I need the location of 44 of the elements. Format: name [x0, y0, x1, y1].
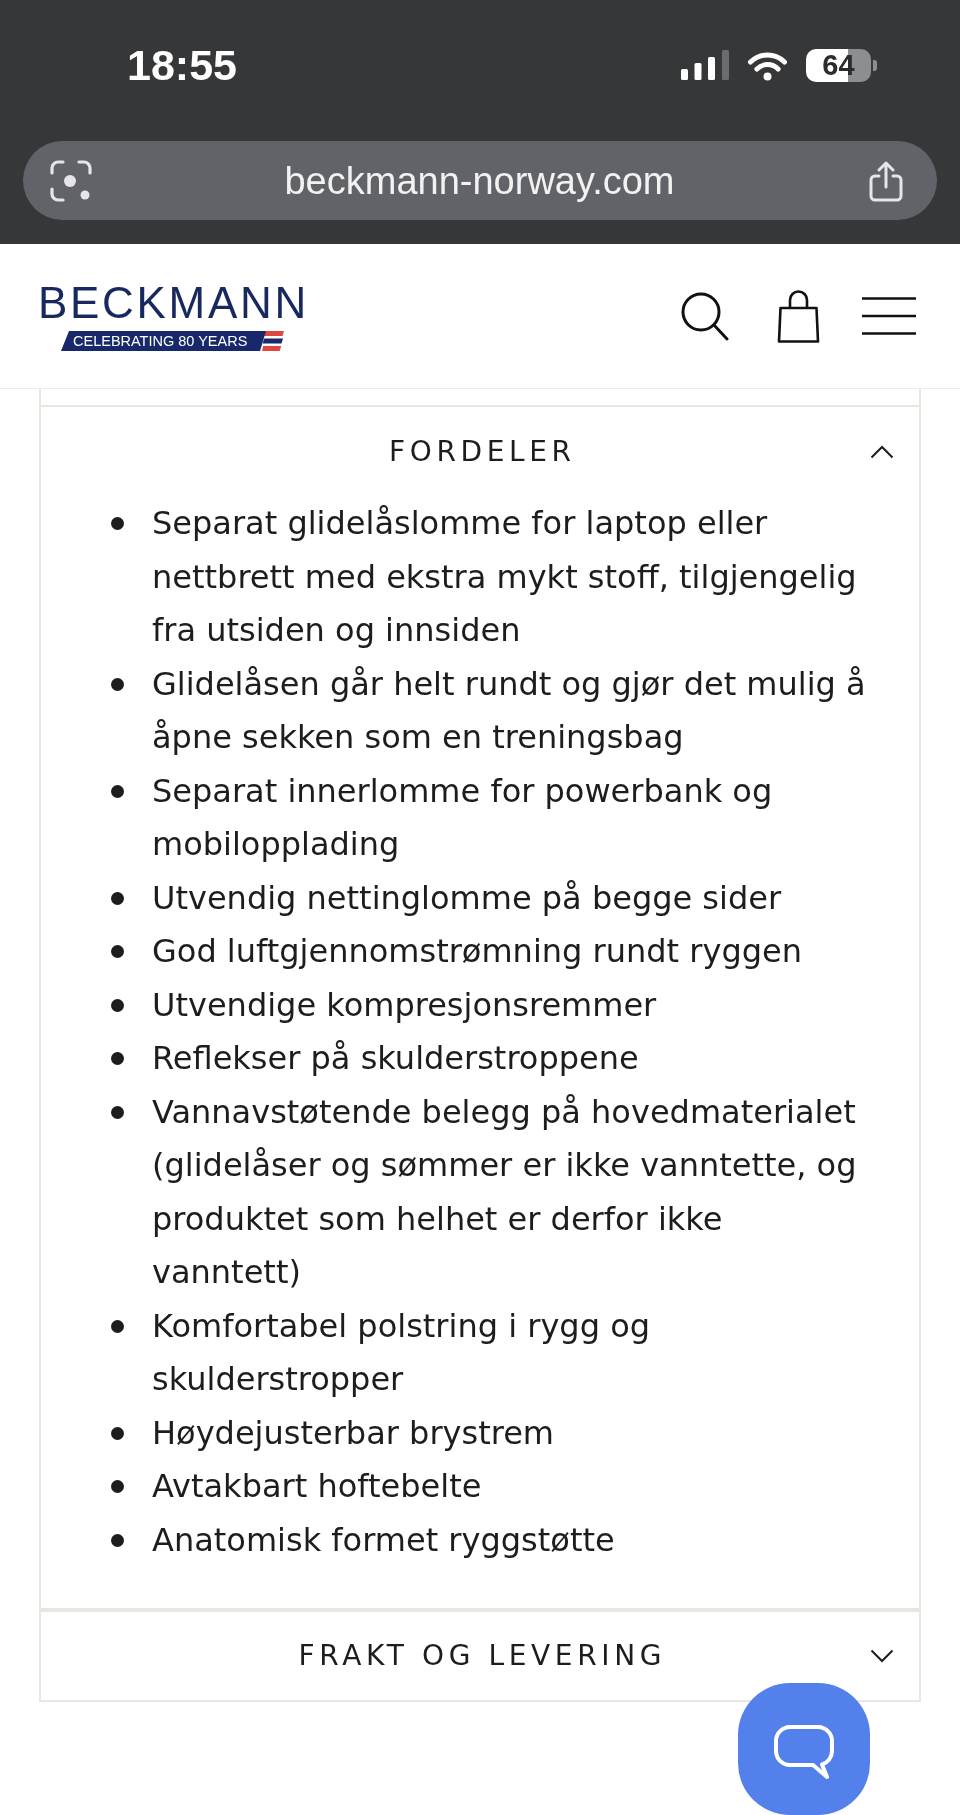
flag-stripes-icon: [262, 331, 284, 351]
bullet-icon: [111, 1480, 124, 1493]
list-item-text: Anatomisk formet ryggstøtte: [152, 1519, 616, 1561]
list-item-text: Høydejusterbar brystrem: [152, 1412, 555, 1454]
list-item-text: Separat innerlomme for powerbank og mobilopplading: [152, 770, 774, 865]
search-icon[interactable]: [681, 291, 729, 341]
anniversary-banner: CELEBRATING 80 YEARS: [61, 331, 266, 351]
chat-button[interactable]: [738, 1683, 870, 1815]
camera-scan-icon[interactable]: [50, 159, 92, 202]
bullet-icon: [111, 784, 124, 798]
list-item-text: Avtakbart hoftebelte: [152, 1466, 483, 1507]
chevron-down-icon: [870, 1649, 894, 1663]
list-item-text: Komfortabel polstring i rygg og skulderstropper: [152, 1305, 651, 1400]
accordion-header[interactable]: FORDELER: [41, 407, 919, 497]
battery-indicator: 64: [806, 48, 877, 82]
signal-icon: [681, 50, 729, 80]
chevron-up-icon: [870, 445, 894, 459]
chat-bubble-icon: [774, 1724, 834, 1780]
accordion-header[interactable]: FRAKT OG LEVERING: [41, 1612, 919, 1700]
wifi-icon: [746, 49, 789, 81]
bullet-icon: [111, 677, 124, 691]
url-text: beckmann-norway.com: [283, 161, 676, 200]
address-bar[interactable]: beckmann-norway.com: [23, 141, 937, 220]
list-item-text: God luftgjennomstrømning rundt ryggen: [152, 931, 803, 972]
bullet-icon: [111, 891, 124, 905]
bullet-icon: [111, 1533, 124, 1547]
list-item-text: Utvendig nettinglomme på begge sider: [152, 877, 783, 919]
bullet-icon: [111, 1426, 124, 1440]
list-item-text: Reflekser på skulderstroppene: [152, 1038, 640, 1079]
brand-wordmark[interactable]: BECKMANN: [38, 281, 309, 325]
list-item-text: Vannavstøtende belegg på hovedmaterialet (glidelåser og sømmer er ikke vanntette, og produktet som helhet er derfor ikke vanntett): [152, 1091, 858, 1293]
bullet-icon: [111, 1319, 124, 1333]
shopping-bag-icon[interactable]: [775, 289, 822, 343]
bullet-icon: [111, 1105, 124, 1119]
status-time: 18:55: [127, 43, 237, 87]
bullet-icon: [111, 945, 124, 958]
bullet-icon: [111, 517, 124, 530]
bullet-icon: [111, 998, 124, 1012]
list-item-text: Separat glidelåslomme for laptop eller nettbrett med ekstra mykt stoff, tilgjengelig fra utsiden og innsiden: [152, 503, 858, 651]
bullet-icon: [111, 1052, 124, 1065]
share-icon[interactable]: [867, 159, 905, 202]
list-item-text: Glidelåsen går helt rundt og gjør det mulig å åpne sekken som en treningsbag: [152, 663, 867, 758]
menu-icon[interactable]: [862, 297, 916, 335]
list-item-text: Utvendige kompresjonsremmer: [152, 984, 658, 1026]
